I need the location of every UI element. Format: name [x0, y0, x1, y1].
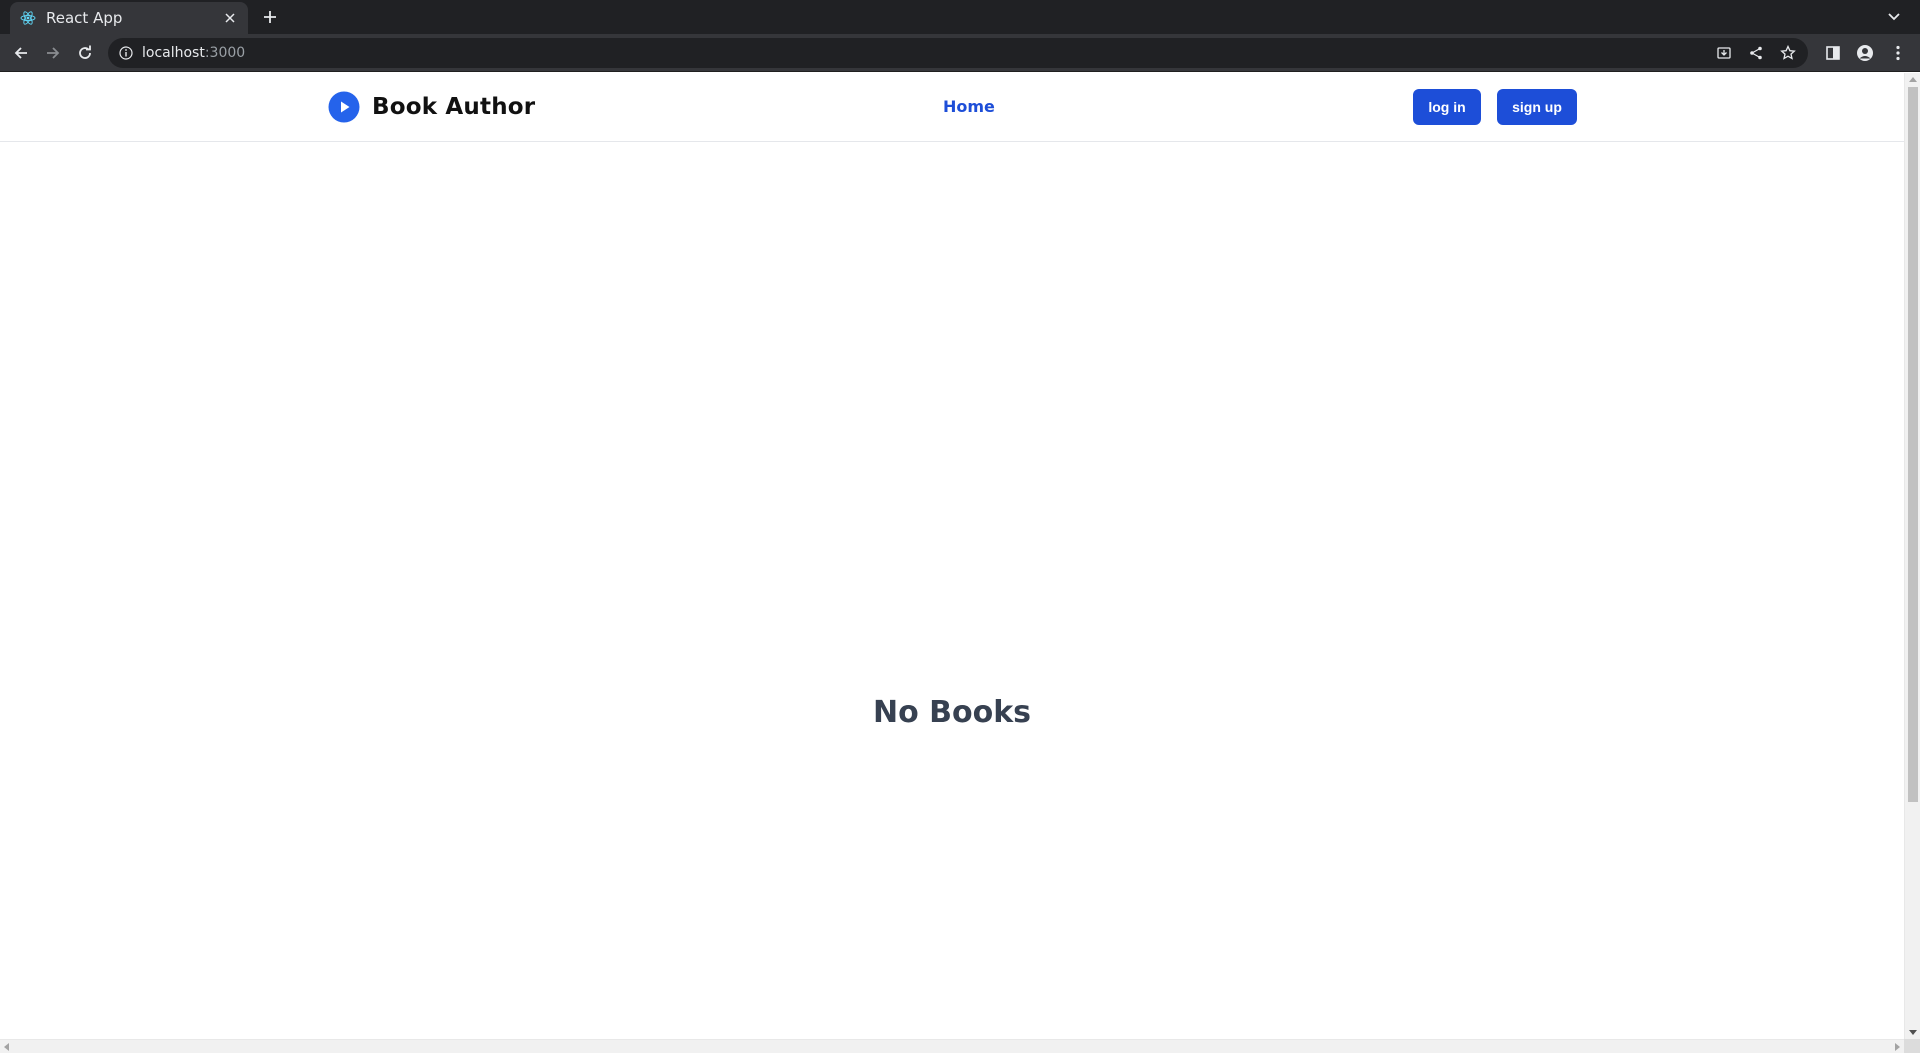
login-button[interactable]: log in [1413, 89, 1481, 125]
share-icon[interactable] [1745, 38, 1767, 68]
url-host: localhost [142, 45, 205, 61]
side-panel-icon[interactable] [1821, 41, 1845, 65]
react-icon [20, 10, 36, 26]
profile-icon[interactable] [1853, 41, 1877, 65]
browser-toolbar: localhost:3000 [0, 34, 1920, 72]
info-icon[interactable] [118, 45, 134, 61]
browser-tabstrip: React App [0, 0, 1920, 34]
address-bar[interactable]: localhost:3000 [108, 38, 1808, 68]
url-port: :3000 [204, 45, 246, 61]
site-navbar: Book Author Home log in sign up [0, 73, 1904, 142]
brand[interactable]: Book Author [328, 90, 535, 123]
scrollbar-thumb[interactable] [1908, 87, 1918, 802]
star-icon[interactable] [1777, 38, 1799, 68]
chevron-down-icon[interactable] [1884, 7, 1904, 27]
vertical-scrollbar[interactable] [1904, 73, 1920, 1039]
browser-tab[interactable]: React App [10, 2, 248, 34]
kebab-menu-icon[interactable] [1886, 41, 1910, 65]
arrow-right-icon[interactable] [41, 41, 65, 65]
nav-link-home[interactable]: Home [943, 97, 995, 116]
scroll-left-icon[interactable] [4, 1043, 9, 1051]
plus-icon[interactable] [258, 5, 282, 29]
scroll-right-icon[interactable] [1895, 1043, 1900, 1051]
play-circle-icon [328, 91, 360, 123]
page-viewport: Book Author Home log in sign up No Books [0, 73, 1904, 1039]
scroll-up-icon[interactable] [1909, 77, 1917, 82]
scrollbar-corner [1904, 1039, 1920, 1053]
tab-title: React App [46, 9, 123, 27]
install-icon[interactable] [1713, 38, 1735, 68]
horizontal-scrollbar[interactable] [0, 1039, 1904, 1053]
arrow-left-icon[interactable] [9, 41, 33, 65]
empty-state-heading: No Books [872, 695, 1032, 730]
reload-icon[interactable] [73, 41, 97, 65]
close-icon[interactable] [222, 9, 238, 28]
signup-button[interactable]: sign up [1497, 89, 1577, 125]
brand-name: Book Author [372, 93, 536, 120]
scroll-down-icon[interactable] [1909, 1030, 1917, 1035]
